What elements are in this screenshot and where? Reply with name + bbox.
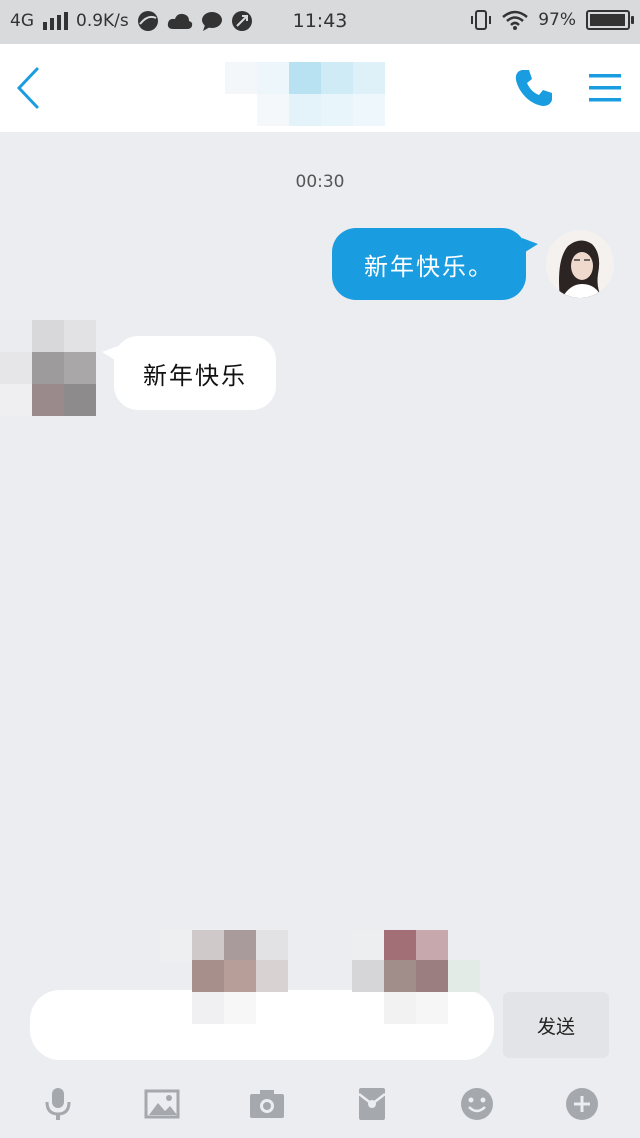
camera-button[interactable] <box>245 1084 289 1124</box>
bubble-tail <box>102 346 118 362</box>
voice-button[interactable] <box>36 1084 80 1124</box>
image-button[interactable] <box>140 1084 184 1124</box>
bottom-toolbar <box>0 1074 640 1138</box>
outgoing-message-bubble[interactable]: 新年快乐。 <box>332 228 538 300</box>
incoming-message-bubble[interactable]: 新年快乐 <box>102 336 276 410</box>
bubble-tail <box>522 238 538 254</box>
microphone-icon <box>45 1088 71 1120</box>
camera-icon <box>250 1090 284 1118</box>
chat-area[interactable]: 00:30 新年快乐。 新年快乐 <box>0 132 640 992</box>
red-packet-button[interactable] <box>350 1084 394 1124</box>
status-right: 97% <box>470 9 634 31</box>
battery-icon <box>586 10 634 30</box>
battery-percent: 97% <box>538 10 576 30</box>
input-area: 发送 <box>0 930 640 1070</box>
chevron-left-icon <box>16 67 39 109</box>
message-timestamp: 00:30 <box>295 172 345 192</box>
menu-icon <box>589 74 621 102</box>
emoji-icon <box>461 1088 493 1120</box>
call-button[interactable] <box>512 66 556 110</box>
emoji-button[interactable] <box>455 1084 499 1124</box>
send-button-label: 发送 <box>536 1015 575 1038</box>
chat-header <box>0 44 640 132</box>
red-packet-icon <box>358 1088 386 1120</box>
contact-avatar-redacted[interactable] <box>0 320 96 416</box>
back-button[interactable] <box>8 62 48 114</box>
avatar-image <box>546 230 614 298</box>
phone-icon <box>515 70 552 106</box>
menu-button[interactable] <box>585 68 625 108</box>
plus-icon <box>566 1088 598 1120</box>
more-button[interactable] <box>560 1084 604 1124</box>
self-avatar[interactable] <box>546 230 614 298</box>
outgoing-message-text: 新年快乐。 <box>364 252 494 281</box>
vibrate-icon <box>471 10 492 30</box>
wifi-icon <box>502 10 529 30</box>
battery-level <box>590 14 625 26</box>
send-button[interactable]: 发送 <box>503 992 609 1058</box>
status-bar: 4G 0.9K/s 11:43 97% <box>0 0 640 44</box>
image-icon <box>144 1089 180 1119</box>
incoming-message-text: 新年快乐 <box>143 361 247 390</box>
